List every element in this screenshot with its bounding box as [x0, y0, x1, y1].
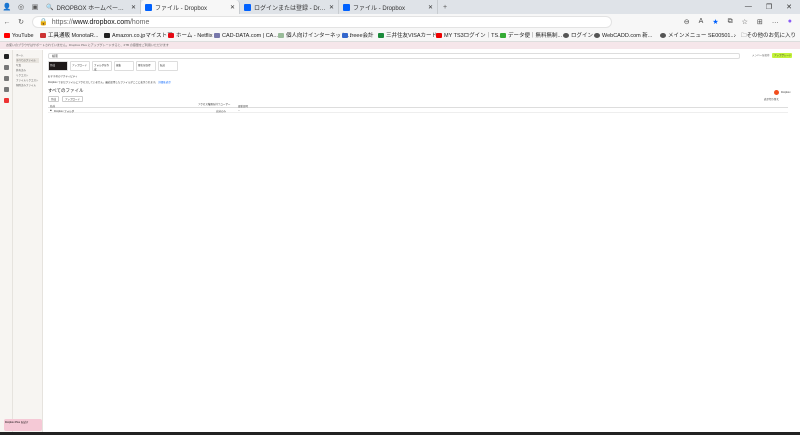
- bookmark[interactable]: メインメニュー SE00501...: [660, 33, 735, 39]
- upgrade-banner: お使いのブラウザはサポートされていません。Dropbox Plus にアップグレ…: [0, 42, 800, 49]
- minimize-icon[interactable]: —: [745, 3, 752, 11]
- bookmark[interactable]: 個人向けインターネット...: [278, 33, 351, 39]
- quick-action-card[interactable]: 署名を取得: [136, 61, 156, 71]
- close-icon[interactable]: ✕: [329, 4, 334, 11]
- close-icon[interactable]: ✕: [428, 4, 433, 11]
- workspaces-icon[interactable]: ◎: [14, 3, 28, 11]
- zoom-icon[interactable]: ⊖: [684, 18, 690, 26]
- bookmark-folder[interactable]: 🗀その他のお気に入り: [741, 33, 796, 39]
- dropbox-icon: [244, 3, 251, 11]
- icon-rail: [0, 50, 13, 432]
- back-icon[interactable]: ←: [0, 19, 14, 26]
- dropbox-icon: [343, 3, 350, 11]
- favorite-star-icon[interactable]: ★: [712, 18, 718, 26]
- close-icon[interactable]: ✕: [131, 4, 136, 11]
- bookmark[interactable]: CAD-DATA.com | CA...: [214, 33, 278, 39]
- main-content: 検索 メンバーを招待 アップグレード 作成 アップロード フォルダを作成 編集 …: [48, 53, 792, 113]
- search-input[interactable]: 検索: [48, 53, 740, 59]
- quick-action-card[interactable]: 編集: [114, 61, 134, 71]
- bookmark[interactable]: ログイン: [563, 33, 593, 39]
- close-icon[interactable]: ✕: [230, 4, 235, 11]
- profile-icon[interactable]: 👤: [0, 3, 14, 11]
- photos-icon[interactable]: [3, 87, 9, 92]
- sidebar-item-deleted[interactable]: 削除済みファイル: [16, 83, 39, 88]
- avatar[interactable]: [774, 90, 779, 95]
- window-close-icon[interactable]: ✕: [786, 3, 792, 11]
- favorites-icon[interactable]: ☆: [742, 18, 748, 26]
- sidebar: ホーム すべてのファイル 写真 共有済み リクエスト ファイルリクエスト 削除済…: [13, 50, 43, 432]
- bookmark[interactable]: MY TS3ログイン｜TS...: [436, 33, 503, 39]
- copilot-icon[interactable]: ●: [788, 18, 792, 26]
- invite-button[interactable]: メンバーを招待: [752, 53, 770, 58]
- search-icon: 🔍: [46, 4, 54, 11]
- home-icon[interactable]: [3, 65, 9, 70]
- tab[interactable]: 🔍DROPBOX ホームページ 表示おかしい✕: [42, 0, 141, 14]
- new-tab-icon[interactable]: +: [438, 4, 452, 11]
- upgrade-button[interactable]: アップグレード: [772, 53, 792, 58]
- tab[interactable]: ファイル - Dropbox ✕: [141, 0, 240, 14]
- address-bar-row: ← ↻ 🔒 https://www.dropbox.com/home ⊖ A ★ ⧉ ☆ ⊞…: [0, 14, 800, 30]
- bookmark[interactable]: Amazon.co.jpマイストア: [104, 33, 173, 39]
- lock-icon: 🔒: [39, 19, 48, 26]
- bookmark[interactable]: 三井住友VISAカード: [378, 33, 437, 39]
- files-icon[interactable]: [3, 76, 9, 81]
- bookmark[interactable]: WebCADD.com 新...: [594, 33, 652, 39]
- bookmark[interactable]: YouTube: [4, 33, 34, 39]
- tab-bar: 👤 ◎ ▣ 🔍DROPBOX ホームページ 表示おかしい✕ ファイル - Dro…: [0, 0, 800, 14]
- refresh-icon[interactable]: ↻: [14, 18, 28, 26]
- more-icon[interactable]: …: [772, 18, 779, 26]
- admin-icon[interactable]: [3, 98, 9, 103]
- maximize-icon[interactable]: ❐: [766, 3, 772, 11]
- extensions-icon[interactable]: ⧉: [728, 18, 733, 26]
- collections-icon[interactable]: ⊞: [757, 18, 763, 26]
- table-row[interactable]: ■ Dropbox フォルダ 自分のみ --: [48, 108, 788, 113]
- bookmark[interactable]: freee会計: [342, 33, 374, 39]
- tab[interactable]: ログインまたは登録 - Dropbox✕: [240, 0, 339, 14]
- chevron-right-icon[interactable]: ›: [734, 33, 736, 39]
- bookmarks-bar: YouTube 工具通販 MonotaR... Amazon.co.jpマイスト…: [0, 30, 800, 42]
- view-toggle[interactable]: 表示切り替え: [764, 97, 779, 101]
- bookmark[interactable]: データ便｜無料無制...: [500, 33, 562, 39]
- quick-action-card[interactable]: フォルダを作成: [92, 61, 112, 71]
- quick-action-card[interactable]: 転送: [158, 61, 178, 71]
- read-aloud-icon[interactable]: A: [699, 18, 704, 26]
- tab[interactable]: ファイル - Dropbox ✕: [339, 0, 438, 14]
- bookmark[interactable]: ホーム - Netflix: [168, 33, 213, 39]
- folder-icon: ■: [50, 109, 52, 112]
- bookmark[interactable]: 工具通販 MonotaR...: [40, 33, 98, 39]
- promo-card[interactable]: Dropbox Plus を試す: [4, 419, 42, 431]
- quick-action-card[interactable]: アップロード: [70, 61, 90, 71]
- page-title: すべてのファイル: [48, 88, 84, 93]
- dropbox-icon: [145, 3, 152, 11]
- quick-action-card[interactable]: 作成: [48, 61, 68, 71]
- dropbox-logo-icon[interactable]: [3, 54, 9, 59]
- details-link[interactable]: 詳細を表示: [158, 81, 171, 84]
- url-input[interactable]: 🔒 https://www.dropbox.com/home: [32, 16, 612, 28]
- tab-actions-icon[interactable]: ▣: [28, 3, 42, 11]
